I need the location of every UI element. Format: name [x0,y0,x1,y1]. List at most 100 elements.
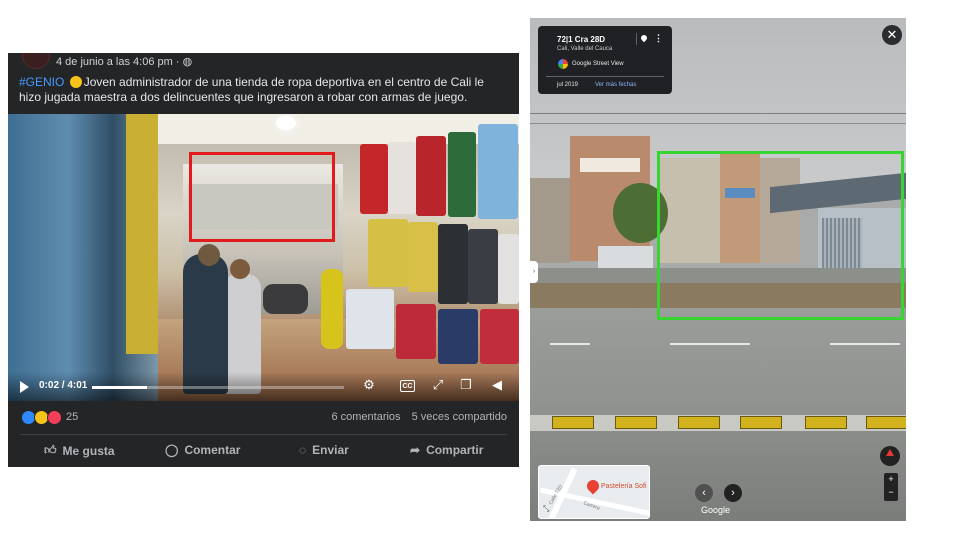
video-player[interactable]: 0:02 / 4:01 ⚙ CC ⤢ ❐ ◀ [8,114,519,401]
zoom-in-icon[interactable]: + [884,473,898,486]
divider [20,434,507,435]
sv-power-line [530,123,906,124]
video-controls: 0:02 / 4:01 ⚙ CC ⤢ ❐ ◀ [8,372,519,401]
fullscreen-icon[interactable]: ⤢ [429,376,447,394]
nav-back-icon[interactable]: ‹ [695,484,713,502]
sv-speed-bump [615,416,657,429]
divider [546,76,664,77]
video-progress-bar[interactable] [92,386,344,389]
video-motorcycle [263,284,308,314]
sv-building [530,178,570,263]
video-time: 0:02 / 4:01 [39,380,88,391]
expand-icon[interactable]: ⤡ [543,504,549,514]
sv-speed-bump [552,416,594,429]
video-person-grey-head [230,259,250,279]
minimap-place-label: Pastelería Sofi [601,483,647,490]
video-progress-fill [92,386,148,389]
globe-icon: ◍ [182,56,193,68]
comment-share-counts: 6 comentarios 5 veces compartido [323,411,507,423]
more-vert-icon[interactable]: ⋮ [654,33,663,44]
minimap-pin-icon [584,477,602,495]
sv-speed-bump [678,416,720,429]
video-shirt [346,289,394,349]
post-date[interactable]: 4 de junio a las 4:06 pm · [56,56,183,68]
comment-label: Comentar [184,443,241,457]
video-shirt [408,222,438,292]
video-person-yellow [321,269,343,349]
thumbs-up-icon: 👍︎ [44,443,57,457]
share-button[interactable]: ➦ Compartir [410,443,483,457]
zoom-out-icon[interactable]: − [884,486,898,499]
video-shirt [368,219,408,287]
sv-speed-bump [740,416,782,429]
nav-forward-icon[interactable]: › [724,484,742,502]
sv-speed-bump [805,416,847,429]
sv-info-card: 72|1 Cra 28D Cali, Valle del Cauca ⋮ Goo… [538,26,672,94]
post-caption: #GENIO Joven administrador de una tienda… [19,75,509,105]
street-view-panorama[interactable]: 72|1 Cra 28D Cali, Valle del Cauca ⋮ Goo… [530,18,906,521]
share-icon: ➦ [410,443,421,457]
divider [636,33,637,45]
video-person-dark-head [198,244,220,266]
video-yellow-jersey [126,114,158,354]
google-logo-icon [558,59,568,69]
post-stats: 25 6 comentarios 5 veces compartido [8,405,519,427]
like-label: Me gusta [62,443,115,458]
hashtag-link[interactable]: #GENIO [19,75,64,89]
video-shirt [468,229,498,304]
sv-minimap[interactable]: Pastelería Sofi Calle 72D Carrera ⤡ [538,465,650,519]
sv-provider: Google Street View [572,61,624,67]
close-icon[interactable]: ✕ [882,25,902,45]
post-header: 4 de junio a las 4:06 pm · ◍ [8,53,519,69]
location-pin-icon[interactable] [639,33,649,43]
sv-lane-marking [550,343,590,345]
highlight-box-green [657,151,904,320]
zoom-control: + − [884,473,898,501]
video-shirt [438,309,478,364]
video-shirt [478,124,518,219]
post-actions: 👍︎ Me gusta ◯ Comentar ◌ Enviar ➦ Compartir [8,437,519,465]
reaction-count[interactable]: 25 [66,411,78,423]
play-icon[interactable] [20,381,29,393]
sv-road [530,308,906,428]
video-shirt [396,304,436,359]
video-ceiling-light [276,116,296,130]
captions-icon[interactable]: CC [400,380,415,392]
sv-truck [598,246,653,270]
share-label: Compartir [426,443,484,457]
send-button[interactable]: ◌ Enviar [299,443,349,457]
video-shirt [416,136,446,216]
settings-gear-icon[interactable]: ⚙ [360,376,378,394]
volume-icon[interactable]: ◀ [488,376,506,394]
shares-count[interactable]: 5 veces compartido [412,411,507,423]
video-shirt [438,224,468,304]
sv-city: Cali, Valle del Cauca [557,46,613,52]
sv-speed-bump [866,416,906,429]
comments-count[interactable]: 6 comentarios [331,411,400,423]
comment-button[interactable]: ◯ Comentar [165,443,240,457]
pip-icon[interactable]: ❐ [457,376,475,394]
chevron-right-icon[interactable]: › [530,261,538,283]
like-button[interactable]: 👍︎ Me gusta [44,443,115,458]
comment-icon: ◯ [165,443,179,457]
love-reaction-icon [47,410,62,425]
sv-building [580,158,640,172]
send-label: Enviar [312,443,349,457]
messenger-icon: ◌ [299,443,307,457]
google-watermark: Google [701,505,731,515]
highlight-box-red [189,152,335,242]
sv-lane-marking [670,343,750,345]
laughing-emoji-icon [69,76,82,88]
compass-icon[interactable] [880,446,900,466]
video-shirt [498,234,519,304]
sv-lane-marking [830,343,900,345]
sv-more-dates-link[interactable]: Ver más fechas [595,82,636,88]
video-shirt [448,132,476,217]
avatar[interactable] [22,53,50,69]
sv-address: 72|1 Cra 28D [557,35,606,44]
facebook-post: 4 de junio a las 4:06 pm · ◍ #GENIO Jove… [8,53,519,467]
caption-text: Joven administrador de una tienda de rop… [19,75,484,104]
sv-capture-date: jul 2019 [557,82,579,88]
video-shirt [480,309,519,364]
video-shirt [360,144,388,214]
